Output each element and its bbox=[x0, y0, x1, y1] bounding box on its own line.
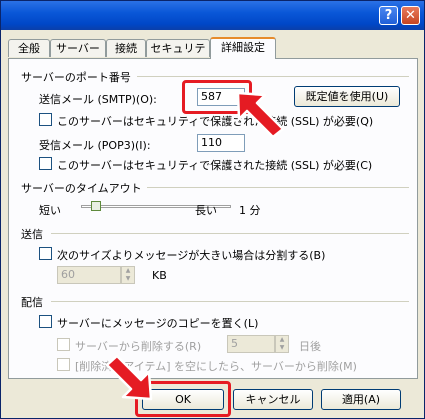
timeout-group-title: サーバーのタイムアウト bbox=[21, 182, 142, 195]
split-messages-checkbox[interactable] bbox=[39, 247, 52, 260]
group-divider bbox=[147, 187, 409, 188]
pop3-ssl-label: このサーバーはセキュリティで保護された接続 (SSL) が必要(C) bbox=[57, 159, 373, 172]
help-button[interactable]: ? bbox=[379, 6, 398, 25]
remove-after-label: サーバーから削除する(R) bbox=[75, 340, 202, 353]
group-divider bbox=[51, 301, 409, 302]
tab-servers[interactable]: サーバー bbox=[50, 39, 106, 57]
dialog-window: ? ✕ 全般 サーバー 接続 セキュリティ 詳細設定 サーバーのポート番号 送信… bbox=[0, 0, 425, 419]
timeout-slider-thumb[interactable] bbox=[91, 201, 102, 211]
split-size-spinner[interactable]: ▲ ▼ bbox=[121, 266, 135, 284]
close-button[interactable]: ✕ bbox=[401, 6, 420, 25]
tab-advanced[interactable]: 詳細設定 bbox=[210, 37, 276, 59]
close-icon: ✕ bbox=[405, 8, 416, 23]
remove-deleted-checkbox[interactable] bbox=[57, 358, 70, 371]
send-group-title: 送信 bbox=[21, 228, 43, 241]
split-messages-label: 次のサイズよりメッセージが大きい場合は分割する(B) bbox=[57, 249, 326, 262]
remove-days-spinner[interactable]: ▲ ▼ bbox=[275, 335, 289, 353]
remove-days-input[interactable]: 5 bbox=[227, 335, 275, 353]
spin-up-icon: ▲ bbox=[279, 336, 285, 343]
group-divider bbox=[51, 233, 409, 234]
leave-copy-checkbox[interactable] bbox=[39, 315, 52, 328]
leave-copy-label: サーバーにメッセージのコピーを置く(L) bbox=[57, 317, 259, 330]
split-size-input[interactable]: 60 bbox=[57, 266, 121, 284]
ports-group-title: サーバーのポート番号 bbox=[21, 71, 131, 84]
spin-down-icon: ▼ bbox=[125, 275, 131, 282]
use-default-button[interactable]: 既定値を使用(U) bbox=[294, 86, 400, 107]
arrow-pointer-icon bbox=[236, 91, 285, 139]
timeout-short-label: 短い bbox=[39, 204, 61, 217]
arrow-pointer-icon bbox=[105, 354, 153, 401]
cancel-button[interactable]: キャンセル bbox=[233, 389, 313, 410]
remove-after-checkbox[interactable] bbox=[57, 338, 70, 351]
split-size-unit: KB bbox=[152, 269, 167, 282]
remove-days-unit: 日後 bbox=[299, 340, 321, 353]
pop3-port-label: 受信メール (POP3)(I): bbox=[39, 139, 151, 152]
timeout-long-label: 長い bbox=[195, 204, 217, 217]
delivery-group-title: 配信 bbox=[21, 296, 43, 309]
group-divider bbox=[137, 76, 409, 77]
tab-connection[interactable]: 接続 bbox=[106, 39, 146, 57]
question-icon: ? bbox=[384, 8, 393, 23]
title-bar[interactable]: ? ✕ bbox=[1, 1, 424, 30]
timeout-value: 1 分 bbox=[239, 204, 261, 217]
spin-up-icon: ▲ bbox=[125, 267, 131, 274]
spin-down-icon: ▼ bbox=[279, 344, 285, 351]
apply-button[interactable]: 適用(A) bbox=[321, 389, 401, 410]
smtp-ssl-checkbox[interactable] bbox=[39, 113, 52, 126]
pop3-ssl-checkbox[interactable] bbox=[39, 157, 52, 170]
smtp-ssl-label: このサーバーはセキュリティで保護された接続 (SSL) が必要(Q) bbox=[57, 115, 374, 128]
smtp-port-label: 送信メール (SMTP)(O): bbox=[39, 93, 157, 106]
tab-security[interactable]: セキュリティ bbox=[146, 39, 210, 73]
tab-general[interactable]: 全般 bbox=[8, 39, 50, 57]
